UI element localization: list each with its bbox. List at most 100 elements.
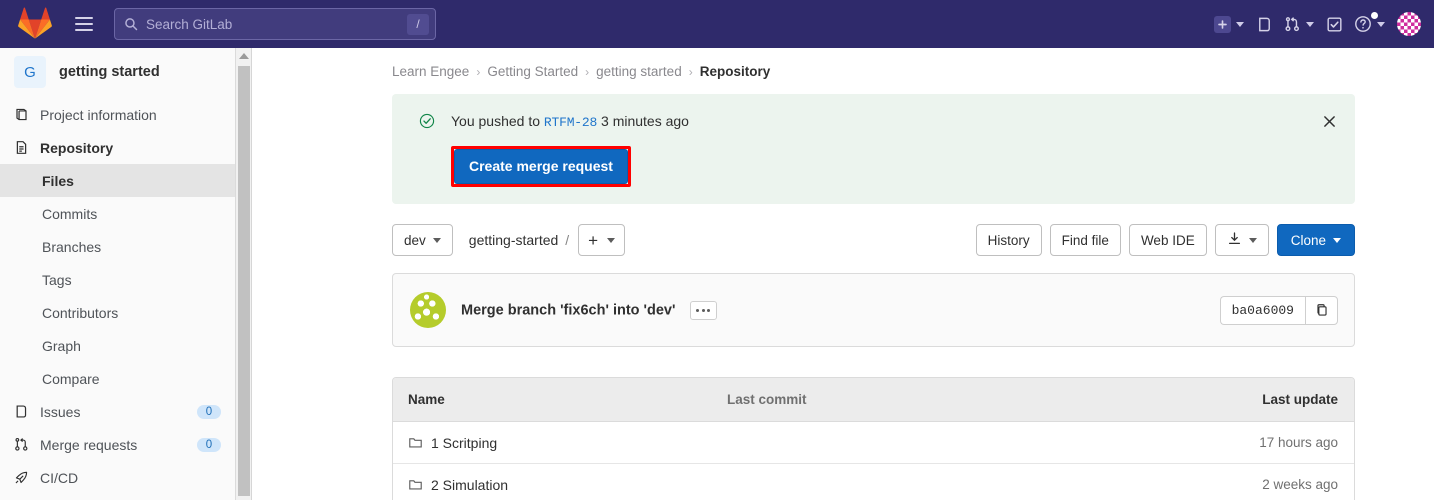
sidebar-item-cicd[interactable]: CI/CD xyxy=(0,461,235,494)
web-ide-button[interactable]: Web IDE xyxy=(1128,224,1207,256)
sidebar-item-label: Project information xyxy=(40,106,157,123)
scroll-up-arrow-icon[interactable] xyxy=(238,53,249,59)
sidebar-subitem-branches[interactable]: Branches xyxy=(0,230,235,263)
gitlab-logo-icon[interactable] xyxy=(18,7,52,41)
sidebar-subitem-compare[interactable]: Compare xyxy=(0,362,235,395)
branch-selector-dropdown[interactable]: dev xyxy=(392,224,453,256)
sidebar-subitem-label: Graph xyxy=(42,337,81,354)
sidebar-subitem-label: Tags xyxy=(42,271,72,288)
sidebar-item-label: Merge requests xyxy=(40,436,138,453)
top-navigation-bar: Search GitLab / xyxy=(0,0,1434,48)
sidebar-item-label: CI/CD xyxy=(40,469,79,486)
breadcrumb-item-getting-started-group[interactable]: Getting Started xyxy=(487,64,578,79)
search-placeholder: Search GitLab xyxy=(146,16,233,32)
scrollbar-thumb[interactable] xyxy=(238,66,250,496)
repository-toolbar: dev getting-started / + History Find fil… xyxy=(392,223,1355,257)
merge-requests-count-badge: 0 xyxy=(197,437,221,452)
breadcrumb-item-getting-started-project[interactable]: getting started xyxy=(596,64,682,79)
project-info-icon xyxy=(14,107,30,122)
table-row[interactable]: 1 Scritping 17 hours ago xyxy=(393,422,1354,464)
alert-branch-name[interactable]: RTFM-28 xyxy=(544,115,597,130)
help-menu-button[interactable] xyxy=(1349,8,1390,40)
push-notification-alert: You pushed to RTFM-28 3 minutes ago Crea… xyxy=(392,94,1355,204)
repository-path-breadcrumb: getting-started / xyxy=(469,232,569,248)
issues-icon xyxy=(1256,16,1273,33)
search-icon xyxy=(124,17,138,31)
sidebar-subitem-files[interactable]: Files xyxy=(0,164,235,197)
plus-square-icon xyxy=(1214,15,1231,33)
chevron-down-icon xyxy=(607,237,616,243)
sidebar-nav-list: Project information Repository Files Com… xyxy=(0,96,235,494)
chevron-down-icon xyxy=(1236,21,1244,27)
add-to-repository-dropdown[interactable]: + xyxy=(578,224,626,256)
history-button[interactable]: History xyxy=(975,224,1042,256)
user-avatar[interactable] xyxy=(1396,11,1422,37)
breadcrumb: Learn Engee › Getting Started › getting … xyxy=(253,48,1434,79)
merge-requests-nav-button[interactable] xyxy=(1279,8,1319,40)
sidebar-item-merge-requests[interactable]: Merge requests 0 xyxy=(0,428,235,461)
find-file-button[interactable]: Find file xyxy=(1049,224,1121,256)
issues-count-badge: 0 xyxy=(197,404,221,419)
copy-icon[interactable] xyxy=(1305,295,1338,325)
file-name[interactable]: 1 Scritping xyxy=(431,435,497,451)
alert-text-after: 3 minutes ago xyxy=(601,113,689,129)
breadcrumb-item-learn-engee[interactable]: Learn Engee xyxy=(392,64,469,79)
sidebar-subitem-commits[interactable]: Commits xyxy=(0,197,235,230)
sidebar-item-project-information[interactable]: Project information xyxy=(0,98,235,131)
sidebar-item-label: Issues xyxy=(40,403,81,420)
top-nav-actions xyxy=(1209,8,1424,40)
folder-icon xyxy=(408,435,423,450)
history-label: History xyxy=(987,232,1030,248)
search-input[interactable]: Search GitLab / xyxy=(114,8,436,40)
success-check-icon xyxy=(419,113,435,129)
sidebar-subitem-tags[interactable]: Tags xyxy=(0,263,235,296)
file-name[interactable]: 2 Simulation xyxy=(431,477,508,493)
plus-icon: + xyxy=(588,230,599,250)
download-source-dropdown[interactable] xyxy=(1214,224,1269,256)
close-icon[interactable] xyxy=(1319,111,1339,131)
help-question-icon xyxy=(1354,15,1372,33)
clone-label: Clone xyxy=(1290,232,1326,248)
path-separator: / xyxy=(565,232,570,248)
download-icon xyxy=(1227,231,1242,249)
chevron-down-icon xyxy=(1333,237,1341,243)
toolbar-right-actions: History Find file Web IDE Clone xyxy=(975,224,1355,256)
commit-title[interactable]: Merge branch 'fix6ch' into 'dev' xyxy=(461,302,675,318)
sidebar-subitem-label: Branches xyxy=(42,238,102,255)
hamburger-menu-icon[interactable] xyxy=(68,8,100,40)
commit-title-wrap: Merge branch 'fix6ch' into 'dev' xyxy=(461,300,717,320)
commit-sha-group: ba0a6009 xyxy=(1219,295,1338,325)
sidebar-subitem-label: Commits xyxy=(42,205,98,222)
chevron-down-icon xyxy=(1306,21,1314,27)
file-row-last-update: 2 weeks ago xyxy=(1262,477,1338,492)
create-new-menu[interactable] xyxy=(1209,8,1249,40)
folder-icon xyxy=(408,477,423,492)
repository-doc-icon xyxy=(14,140,30,155)
ellipsis-icon[interactable] xyxy=(689,300,717,320)
sidebar-item-issues[interactable]: Issues 0 xyxy=(0,395,235,428)
file-table-header: Name Last commit Last update xyxy=(393,378,1354,422)
search-shortcut-key: / xyxy=(407,13,429,35)
last-commit-panel: Merge branch 'fix6ch' into 'dev' ba0a600… xyxy=(392,273,1355,347)
path-root-link[interactable]: getting-started xyxy=(469,232,559,248)
sidebar-item-repository[interactable]: Repository xyxy=(0,131,235,164)
sidebar-subitem-label: Compare xyxy=(42,370,100,387)
clone-button[interactable]: Clone xyxy=(1276,224,1355,256)
file-row-last-update: 17 hours ago xyxy=(1259,435,1338,450)
todos-nav-button[interactable] xyxy=(1319,8,1349,40)
breadcrumb-separator-icon: › xyxy=(476,64,481,79)
sidebar-subitem-contributors[interactable]: Contributors xyxy=(0,296,235,329)
issues-nav-button[interactable] xyxy=(1249,8,1279,40)
identicon-avatar xyxy=(410,292,446,328)
commit-sha[interactable]: ba0a6009 xyxy=(1219,295,1305,325)
sidebar-scrollbar[interactable] xyxy=(236,48,252,500)
repository-file-table: Name Last commit Last update 1 Scritping… xyxy=(392,377,1355,500)
project-avatar: G xyxy=(14,56,46,88)
sidebar-subitem-graph[interactable]: Graph xyxy=(0,329,235,362)
issues-icon xyxy=(14,404,30,419)
table-row[interactable]: 2 Simulation 2 weeks ago xyxy=(393,464,1354,500)
chevron-down-icon xyxy=(1248,237,1257,243)
sidebar-project-header[interactable]: G getting started xyxy=(0,48,235,96)
create-merge-request-button[interactable]: Create merge request xyxy=(454,149,628,184)
sidebar-subitem-label: Contributors xyxy=(42,304,119,321)
